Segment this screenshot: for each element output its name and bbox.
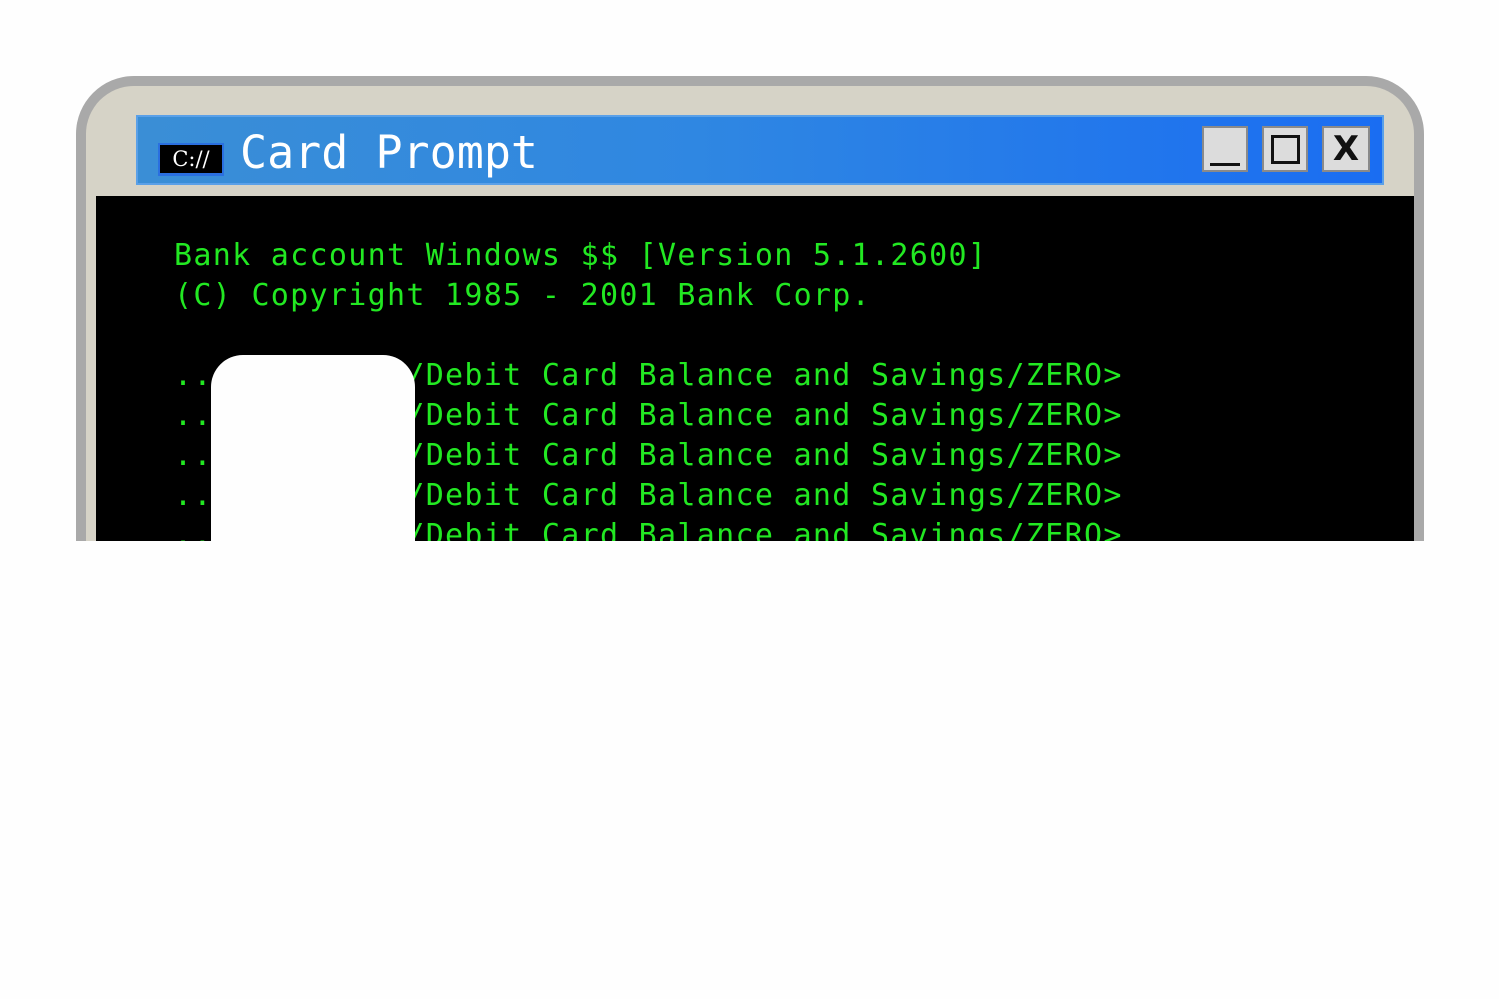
card-chip-cutout — [211, 355, 415, 555]
console-header-line: (C) Copyright 1985 - 2001 Bank Corp. — [174, 278, 872, 313]
console-header-line: Bank account Windows $$ [Version 5.1.260… — [174, 238, 988, 273]
maximize-icon — [1270, 134, 1300, 164]
close-icon: X — [1332, 129, 1360, 169]
title-bar[interactable]: C:// Card Prompt X — [136, 115, 1384, 185]
close-button[interactable]: X — [1322, 126, 1370, 172]
card-prompt-artwork: C:// Card Prompt X Bank account Windows … — [0, 0, 1499, 999]
minimize-icon — [1210, 162, 1240, 166]
minimize-button[interactable] — [1202, 126, 1248, 172]
command-prompt-icon: C:// — [158, 143, 224, 176]
maximize-button[interactable] — [1262, 126, 1308, 172]
window-title: Card Prompt — [240, 126, 539, 179]
